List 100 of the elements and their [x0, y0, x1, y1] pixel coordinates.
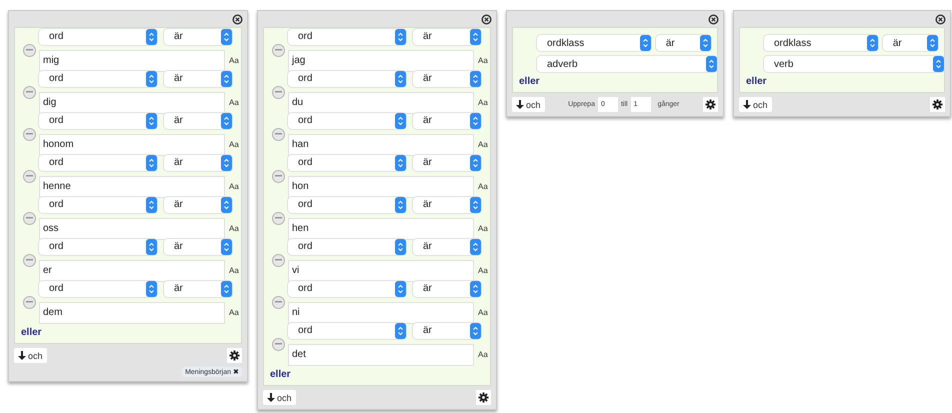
- operator-select[interactable]: är: [413, 28, 481, 44]
- operator-select[interactable]: är: [413, 196, 481, 212]
- attribute-select[interactable]: ord: [288, 28, 406, 44]
- close-icon[interactable]: [708, 14, 719, 24]
- remove-button[interactable]: [272, 338, 284, 350]
- case-toggle[interactable]: Aa: [229, 224, 239, 233]
- attribute-select[interactable]: ord: [288, 196, 406, 212]
- settings-button[interactable]: [227, 348, 242, 363]
- value-field[interactable]: er: [39, 260, 225, 282]
- value-field[interactable]: jag: [288, 50, 474, 72]
- case-toggle[interactable]: Aa: [478, 308, 488, 317]
- and-button[interactable]: och: [263, 390, 296, 405]
- attribute-select[interactable]: ord: [288, 112, 406, 128]
- value-field[interactable]: ni: [288, 302, 474, 324]
- operator-select[interactable]: är: [164, 196, 232, 212]
- operator-select[interactable]: är: [882, 35, 938, 51]
- case-toggle[interactable]: Aa: [478, 350, 488, 359]
- settings-button[interactable]: [476, 390, 491, 405]
- and-button[interactable]: och: [14, 348, 47, 363]
- value-field[interactable]: dig: [39, 92, 225, 114]
- remove-button[interactable]: [22, 254, 36, 266]
- case-toggle[interactable]: Aa: [229, 308, 239, 317]
- close-icon[interactable]: [935, 14, 946, 24]
- value-field[interactable]: hen: [288, 218, 474, 240]
- case-toggle[interactable]: Aa: [478, 98, 488, 107]
- remove-button[interactable]: [272, 254, 284, 266]
- remove-button[interactable]: [272, 212, 284, 224]
- attribute-select[interactable]: ord: [39, 280, 157, 296]
- value-field[interactable]: det: [288, 344, 474, 366]
- attribute-select[interactable]: ord: [288, 280, 406, 296]
- attribute-select[interactable]: ord: [39, 28, 157, 44]
- operator-select[interactable]: är: [413, 70, 481, 86]
- remove-button[interactable]: [272, 86, 284, 98]
- attribute-select[interactable]: ordklass: [764, 35, 878, 51]
- value-field[interactable]: du: [288, 92, 474, 114]
- attribute-select[interactable]: ord: [288, 154, 406, 170]
- attribute-select[interactable]: ord: [39, 70, 157, 86]
- value-field[interactable]: honom: [39, 134, 225, 156]
- remove-button[interactable]: [22, 170, 36, 182]
- operator-select[interactable]: är: [164, 280, 232, 296]
- remove-button[interactable]: [22, 86, 36, 98]
- value-field[interactable]: oss: [39, 218, 225, 240]
- attribute-select[interactable]: ord: [288, 238, 406, 254]
- stepper-icon: [221, 196, 232, 212]
- close-icon[interactable]: [232, 14, 243, 24]
- value-field[interactable]: han: [288, 134, 474, 156]
- remove-button[interactable]: [22, 44, 36, 56]
- remove-button[interactable]: [272, 170, 284, 182]
- settings-button[interactable]: [702, 97, 718, 112]
- remove-button[interactable]: [22, 212, 36, 224]
- case-toggle[interactable]: Aa: [478, 140, 488, 149]
- or-link[interactable]: eller: [19, 323, 235, 341]
- case-toggle[interactable]: Aa: [478, 266, 488, 275]
- value-field[interactable]: mig: [39, 50, 225, 72]
- value-field[interactable]: vi: [288, 260, 474, 282]
- attribute-select[interactable]: ord: [288, 70, 406, 86]
- operator-select[interactable]: är: [164, 238, 232, 254]
- and-button[interactable]: och: [512, 97, 545, 112]
- remove-button[interactable]: [272, 296, 284, 308]
- settings-button[interactable]: [930, 97, 945, 112]
- or-link[interactable]: eller: [517, 72, 711, 90]
- operator-select[interactable]: är: [413, 322, 481, 338]
- value-field[interactable]: dem: [39, 302, 225, 324]
- remove-button[interactable]: [272, 44, 284, 56]
- or-link[interactable]: eller: [268, 365, 484, 383]
- and-button[interactable]: och: [739, 97, 772, 112]
- or-link[interactable]: eller: [744, 72, 938, 90]
- operator-select[interactable]: är: [656, 35, 711, 51]
- case-toggle[interactable]: Aa: [478, 182, 488, 191]
- operator-select[interactable]: är: [164, 154, 232, 170]
- operator-select[interactable]: är: [164, 112, 232, 128]
- value-field[interactable]: hon: [288, 176, 474, 198]
- case-toggle[interactable]: Aa: [229, 98, 239, 107]
- attribute-select[interactable]: ord: [39, 196, 157, 212]
- case-toggle[interactable]: Aa: [229, 140, 239, 149]
- remove-button[interactable]: [22, 128, 36, 140]
- attribute-select[interactable]: ord: [39, 112, 157, 128]
- value-select[interactable]: verb: [764, 56, 944, 72]
- attribute-select[interactable]: ord: [39, 154, 157, 170]
- attribute-select[interactable]: ord: [288, 322, 406, 338]
- attribute-select[interactable]: ord: [39, 238, 157, 254]
- close-icon[interactable]: [481, 14, 492, 24]
- stepper-icon: [470, 196, 481, 212]
- operator-select[interactable]: är: [413, 280, 481, 296]
- operator-select[interactable]: är: [413, 154, 481, 170]
- case-toggle[interactable]: Aa: [229, 266, 239, 275]
- remove-button[interactable]: [272, 128, 284, 140]
- case-toggle[interactable]: Aa: [229, 56, 239, 65]
- case-toggle[interactable]: Aa: [229, 182, 239, 191]
- remove-button[interactable]: [22, 296, 36, 308]
- case-toggle[interactable]: Aa: [478, 224, 488, 233]
- value-select[interactable]: adverb: [537, 56, 717, 72]
- operator-select[interactable]: är: [413, 112, 481, 128]
- operator-select[interactable]: är: [413, 238, 481, 254]
- operator-select[interactable]: är: [164, 70, 232, 86]
- minus-icon: [26, 301, 32, 303]
- attribute-select[interactable]: ordklass: [537, 35, 651, 51]
- operator-select[interactable]: är: [164, 28, 232, 44]
- value-field[interactable]: henne: [39, 176, 225, 198]
- case-toggle[interactable]: Aa: [478, 56, 488, 65]
